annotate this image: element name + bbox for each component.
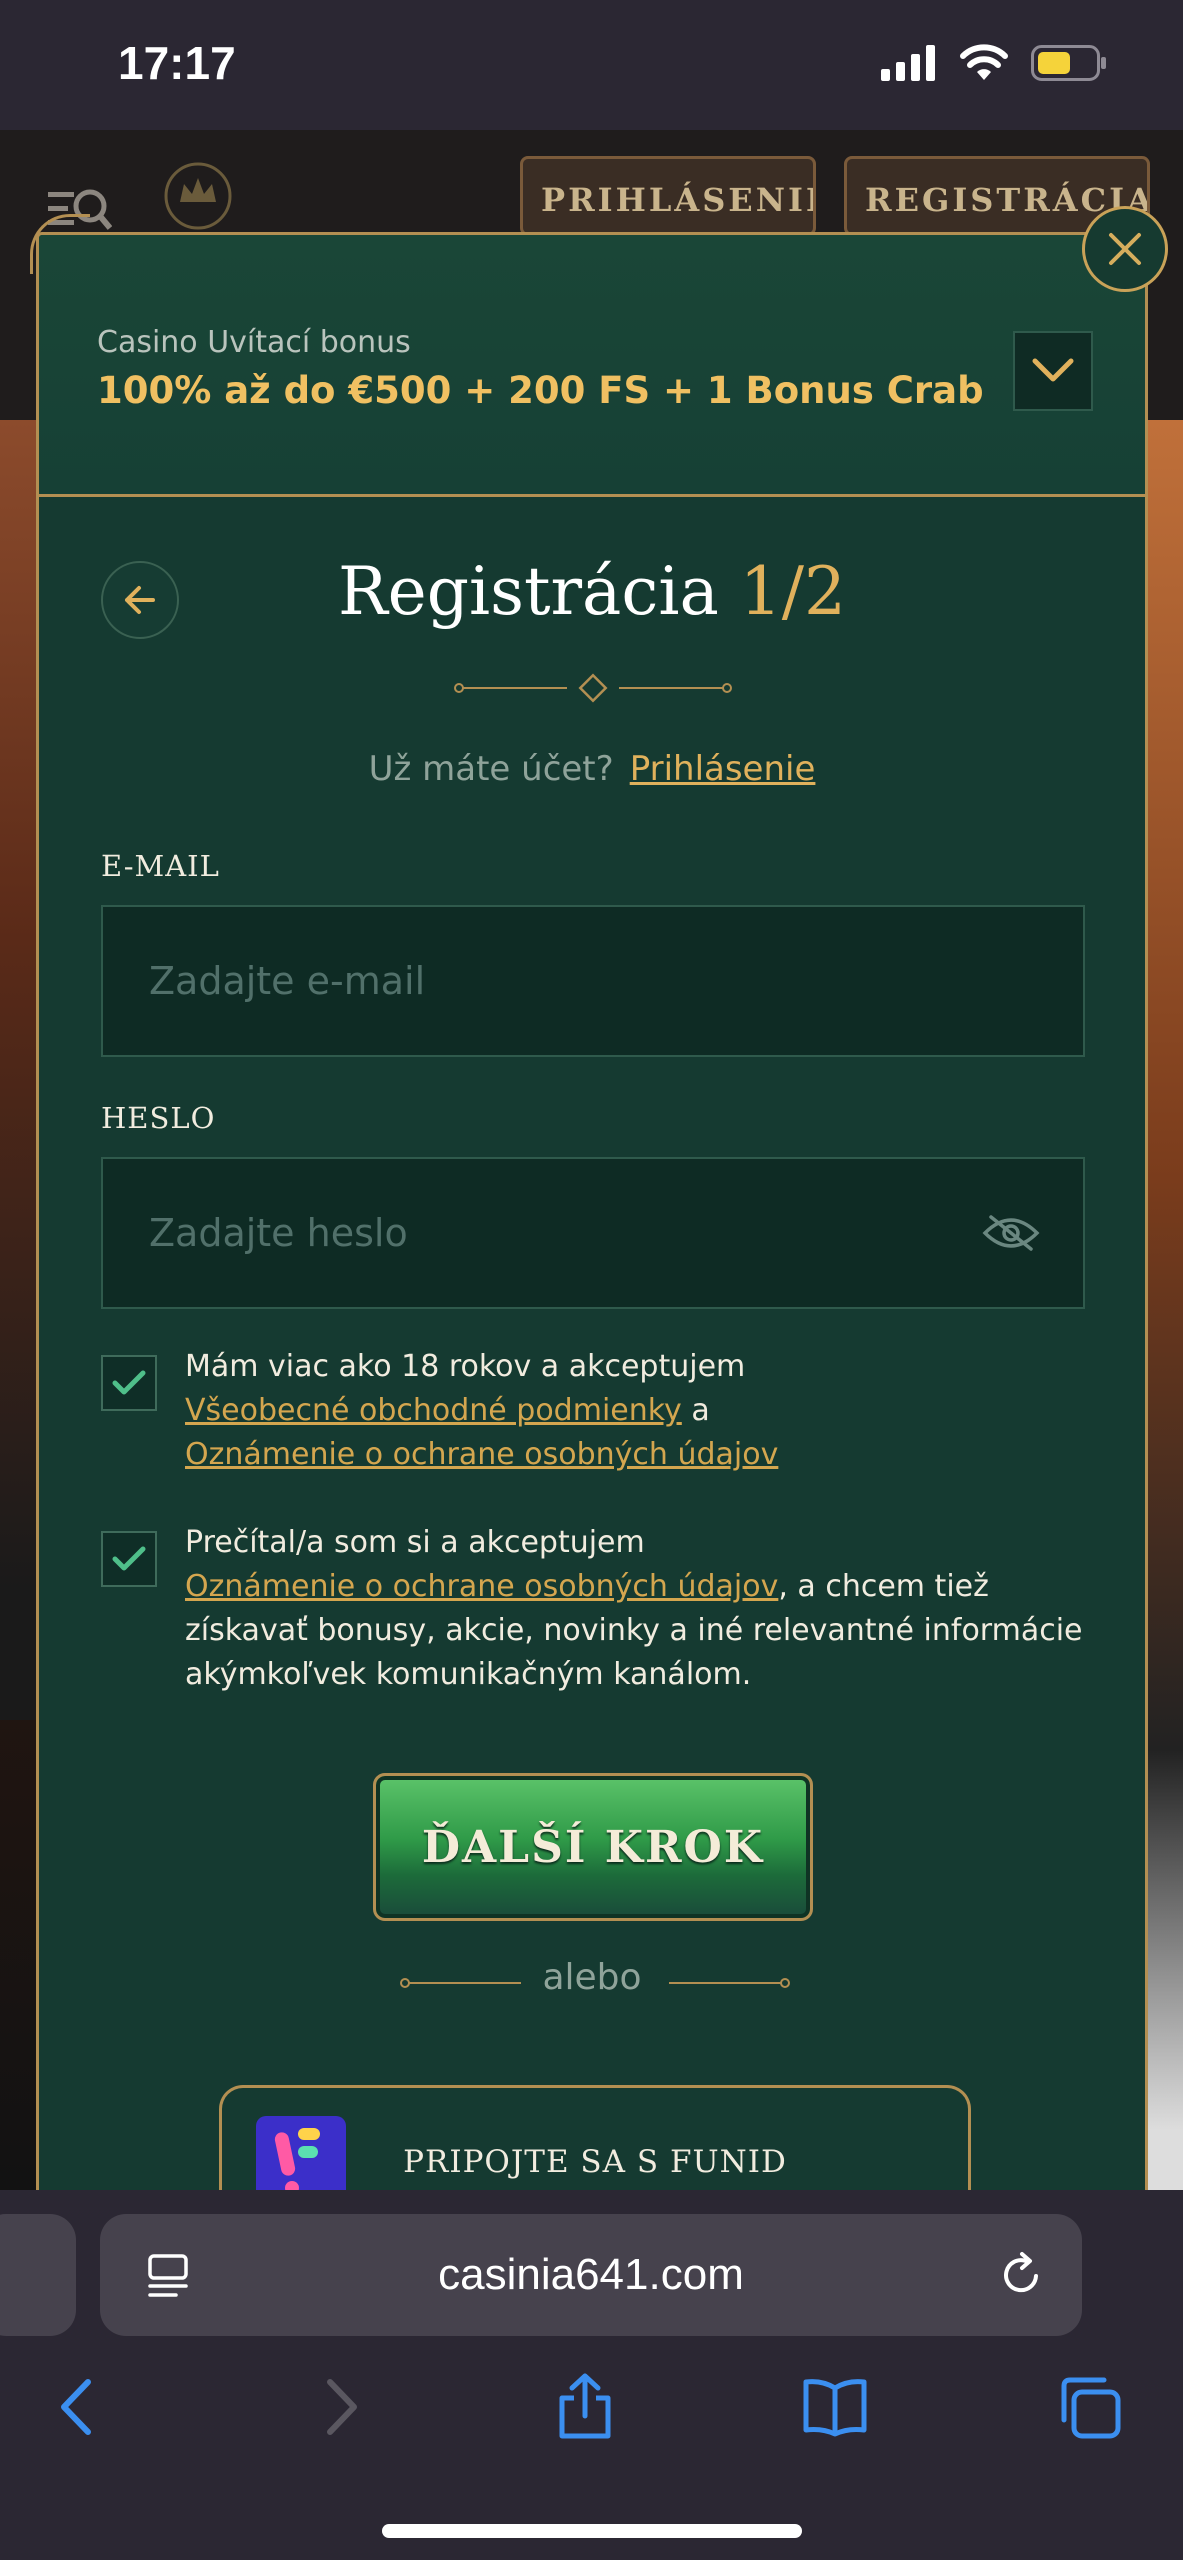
registration-title-text: Registrácia (337, 553, 719, 630)
title-ornament (454, 673, 732, 703)
consent-1-conjunction: a (691, 1393, 710, 1428)
bonus-bar[interactable]: Casino Uvítací bonus 100% až do €500 + 2… (39, 235, 1145, 497)
background-art-left (0, 420, 40, 1720)
browser-toolbar: casinia641.com (0, 2190, 1183, 2560)
site-login-button[interactable]: PRIHLÁSENIE (520, 156, 816, 236)
eye-slash-icon[interactable] (981, 1213, 1041, 1253)
chevron-down-icon (1032, 358, 1074, 382)
have-account-text: Už máte účet? (368, 749, 614, 789)
address-bar[interactable]: casinia641.com (100, 2214, 1082, 2336)
next-step-button[interactable]: ĎALŠÍ KROK (373, 1773, 813, 1921)
background-art-right (1143, 420, 1183, 2190)
crown-logo-icon[interactable] (160, 150, 236, 230)
status-icons (881, 44, 1107, 82)
forward-icon[interactable] (304, 2372, 374, 2442)
password-label: HESLO (101, 1101, 216, 1135)
registration-step: 1/2 (739, 553, 847, 630)
tabs-icon[interactable] (1054, 2372, 1124, 2442)
home-indicator (382, 2524, 802, 2538)
consent-1-text: Mám viac ako 18 rokov a akceptujem (185, 1349, 746, 1384)
terms-link[interactable]: Všeobecné obchodné podmienky (185, 1393, 682, 1428)
close-button[interactable] (1082, 206, 1168, 292)
battery-icon (1031, 45, 1106, 81)
cellular-signal-icon (881, 45, 935, 81)
registration-title: Registrácia 1/2 (39, 553, 1145, 630)
wifi-icon (960, 44, 1008, 80)
age-terms-checkbox[interactable] (101, 1355, 157, 1411)
back-icon[interactable] (44, 2372, 114, 2442)
checkmark-icon (112, 1370, 146, 1395)
consent-2-text: Prečítal/a som si a akceptujem (185, 1525, 645, 1560)
registration-modal: Casino Uvítací bonus 100% až do €500 + 2… (36, 232, 1148, 2232)
share-icon[interactable] (550, 2372, 620, 2442)
marketing-consent-checkbox[interactable] (101, 1531, 157, 1587)
status-time: 17:17 (118, 37, 236, 89)
status-bar: 17:17 (0, 0, 1183, 130)
login-link[interactable]: Prihlásenie (630, 749, 816, 789)
marketing-consent-text: Prečítal/a som si a akceptujem Oznámenie… (185, 1521, 1105, 1697)
bookmarks-icon[interactable] (800, 2372, 870, 2442)
url-text: casinia641.com (438, 2250, 744, 2299)
or-text: alebo (542, 1957, 642, 1998)
bonus-subtitle: Casino Uvítací bonus (97, 325, 411, 360)
reload-icon[interactable] (996, 2250, 1046, 2300)
age-terms-text: Mám viac ako 18 rokov a akceptujem Všeob… (185, 1345, 1105, 1477)
email-label: E-MAIL (101, 849, 220, 883)
privacy-link-2[interactable]: Oznámenie o ochrane osobných údajov (185, 1569, 778, 1604)
bonus-title: 100% až do €500 + 200 FS + 1 Bonus Crab (97, 369, 984, 412)
email-field[interactable] (101, 905, 1085, 1057)
previous-tab-pill[interactable] (0, 2214, 76, 2336)
close-icon (1109, 233, 1141, 265)
funid-button-label: PRIPOJTE SA S FUNID (403, 2144, 787, 2180)
checkmark-icon (112, 1546, 146, 1571)
have-account-row: Už máte účet? Prihlásenie (39, 749, 1145, 789)
privacy-link-1[interactable]: Oznámenie o ochrane osobných údajov (185, 1437, 778, 1472)
bonus-expand-button[interactable] (1013, 331, 1093, 411)
password-field[interactable] (101, 1157, 1085, 1309)
